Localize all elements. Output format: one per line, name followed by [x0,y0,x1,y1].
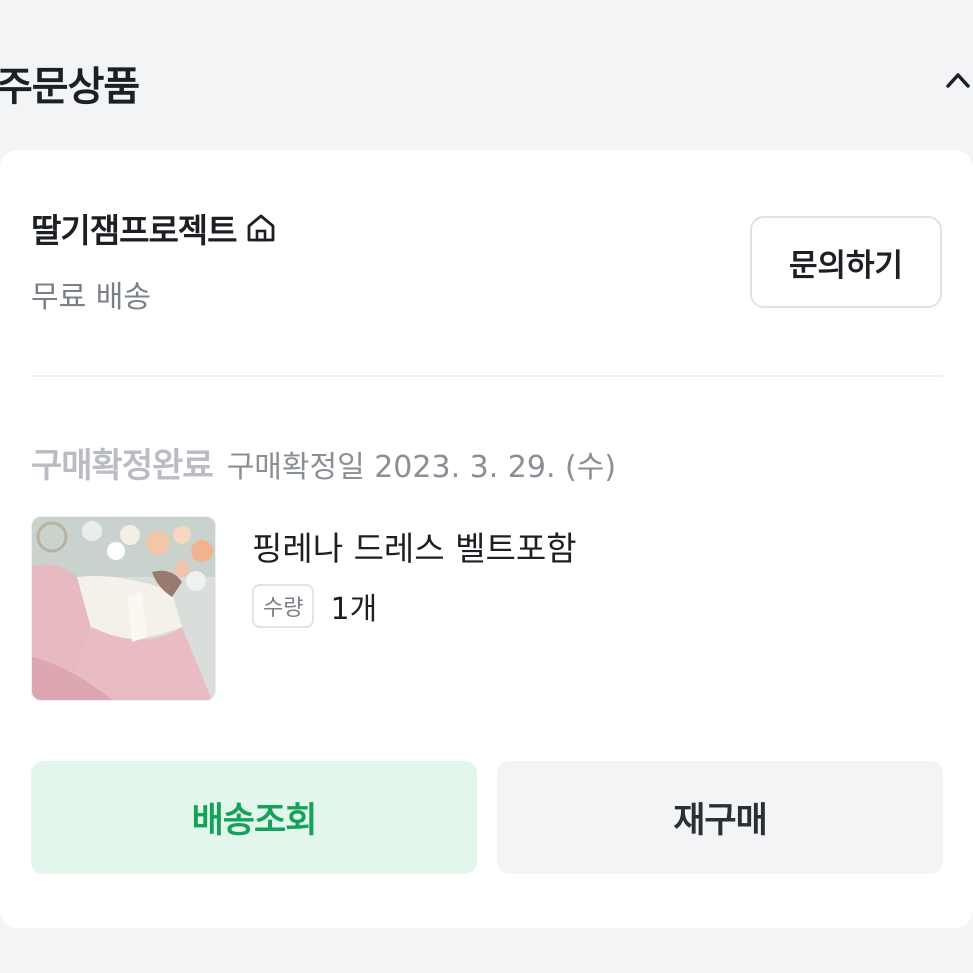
order-items-header: 주문상품 [0,40,973,130]
status-label: 구매확정완료 [31,446,214,486]
inquiry-button[interactable]: 문의하기 [750,216,942,308]
quantity-value: 1개 [330,592,378,627]
chevron-up-icon [946,73,970,88]
divider [31,375,943,377]
rebuy-button[interactable]: 재구매 [497,761,943,874]
order-card: 딸기잼프로젝트 무료 배송 문의하기 구매확정완료 구매확정일 2023. 3.… [0,150,973,928]
product-name[interactable]: 핑레나 드레스 벨트포함 [252,522,577,570]
shipping-info: 무료 배송 [31,280,151,315]
seller-link[interactable]: 딸기잼프로젝트 [31,208,279,250]
order-status: 구매확정완료 구매확정일 2023. 3. 29. (수) [31,438,616,487]
seller-name: 딸기잼프로젝트 [31,211,238,250]
section-title: 주문상품 [0,64,140,110]
track-delivery-button[interactable]: 배송조회 [31,761,477,874]
quantity-row: 수량 1개 [252,584,377,628]
confirm-date: 구매확정일 2023. 3. 29. (수) [226,450,617,485]
collapse-button[interactable] [938,62,973,102]
quantity-badge: 수량 [252,584,315,628]
product-image[interactable] [31,516,216,701]
home-icon [243,210,279,246]
